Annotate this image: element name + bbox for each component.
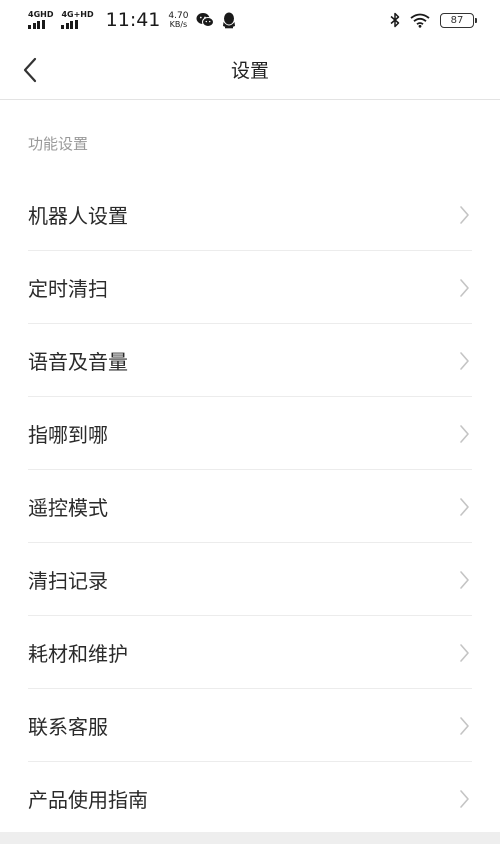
menu-item-label: 产品使用指南 (28, 788, 148, 812)
menu-item-robot-settings[interactable]: 机器人设置 (0, 178, 500, 251)
status-time: 11:41 (105, 9, 161, 31)
menu-item-remote-control[interactable]: 遥控模式 (0, 470, 500, 543)
menu-item-label: 指哪到哪 (28, 423, 108, 447)
menu-item-label: 定时清扫 (28, 277, 108, 301)
chevron-left-icon (23, 57, 37, 83)
chevron-right-icon (459, 278, 470, 298)
status-bar: 4GHD 4G+HD 11:41 4.70 KB/s 87 (0, 0, 500, 40)
bottom-divider (0, 832, 500, 844)
back-button[interactable] (14, 54, 46, 86)
menu-item-customer-service[interactable]: 联系客服 (0, 689, 500, 762)
chevron-right-icon (459, 643, 470, 663)
status-left: 4GHD 4G+HD 11:41 4.70 KB/s (28, 9, 236, 31)
battery-indicator: 87 (440, 12, 477, 28)
menu-item-point-and-go[interactable]: 指哪到哪 (0, 397, 500, 470)
menu-item-consumables[interactable]: 耗材和维护 (0, 616, 500, 689)
network-speed-unit: KB/s (169, 19, 188, 29)
status-right: 87 (390, 12, 477, 28)
wechat-icon (196, 12, 215, 28)
battery-level: 87 (450, 14, 464, 26)
chevron-right-icon (459, 789, 470, 809)
network-speed: 4.70 KB/s (168, 11, 188, 29)
chevron-right-icon (459, 497, 470, 517)
section-header: 功能设置 (28, 135, 89, 153)
cell-signal-1: 4GHD (28, 11, 53, 29)
chevron-right-icon (459, 205, 470, 225)
menu-item-label: 遥控模式 (28, 496, 108, 520)
nav-bar: 设置 (0, 40, 500, 100)
cell-signal-2: 4G+HD (61, 10, 94, 29)
chevron-right-icon (459, 424, 470, 444)
bluetooth-icon (390, 12, 400, 28)
signal-bars-icon (28, 20, 45, 29)
menu-item-label: 机器人设置 (28, 204, 128, 228)
menu-item-user-guide[interactable]: 产品使用指南 (0, 762, 500, 835)
chevron-right-icon (459, 716, 470, 736)
menu-item-label: 清扫记录 (28, 569, 108, 593)
menu-item-voice-volume[interactable]: 语音及音量 (0, 324, 500, 397)
network-type-2: 4G+HD (61, 10, 94, 19)
wifi-icon (410, 13, 430, 28)
chevron-right-icon (459, 351, 470, 371)
menu-item-label: 联系客服 (28, 715, 108, 739)
page-title: 设置 (230, 60, 269, 82)
chevron-right-icon (459, 570, 470, 590)
menu-item-label: 语音及音量 (28, 350, 128, 374)
menu-item-scheduled-cleaning[interactable]: 定时清扫 (0, 251, 500, 324)
settings-menu: 机器人设置 定时清扫 语音及音量 指哪到哪 遥控模式 清扫记录 耗材和维护 联系… (0, 178, 500, 835)
menu-item-cleaning-history[interactable]: 清扫记录 (0, 543, 500, 616)
menu-item-label: 耗材和维护 (28, 642, 128, 666)
qq-icon (222, 12, 236, 29)
network-type-1: 4GHD (28, 10, 54, 19)
signal-bars-icon (61, 20, 78, 29)
